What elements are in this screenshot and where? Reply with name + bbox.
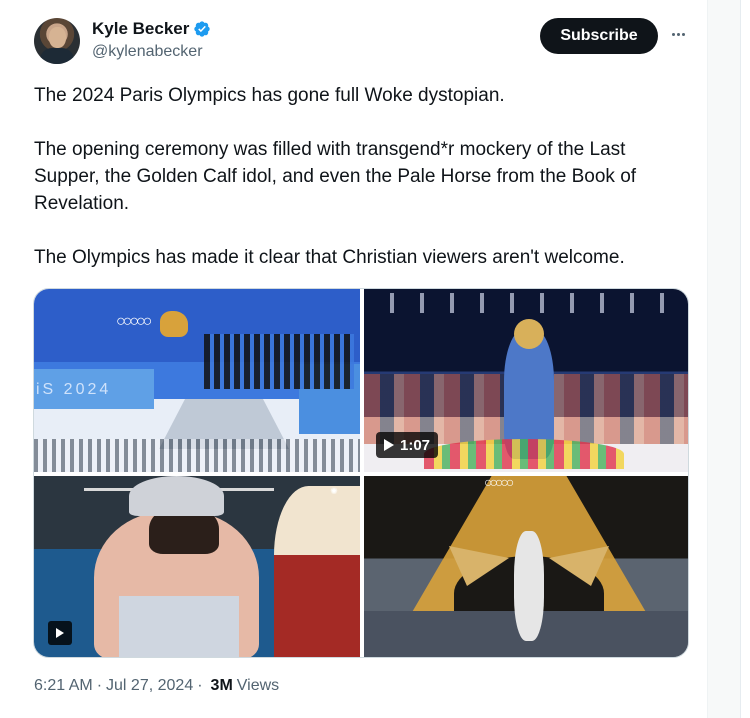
tweet-date[interactable]: Jul 27, 2024	[106, 677, 193, 695]
meta-separator: ·	[197, 677, 203, 694]
video-play-button[interactable]	[48, 621, 72, 645]
play-icon	[56, 628, 64, 638]
subscribe-button[interactable]: Subscribe	[540, 18, 658, 54]
verified-badge-icon	[194, 21, 211, 37]
meta-separator: ·	[96, 677, 103, 694]
media-video-performer-closeup[interactable]: ✺	[34, 476, 360, 657]
author-display-name-row[interactable]: Kyle Becker	[92, 19, 211, 39]
video-duration: 1:07	[400, 436, 431, 454]
tweet-paragraph: The opening ceremony was filled with tra…	[34, 139, 637, 214]
tweet-text: The 2024 Paris Olympics has gone full Wo…	[34, 82, 684, 271]
author-avatar[interactable]	[34, 18, 80, 64]
avatar-shirt	[40, 48, 74, 64]
media-image-ceremony-stage[interactable]: ○○○○○ iS 2024	[34, 289, 360, 472]
horse-rider	[514, 531, 544, 641]
views-count: 3M	[210, 677, 233, 694]
choir-group	[204, 334, 354, 389]
media-video-performers[interactable]: 1:07	[364, 289, 688, 472]
golden-calf-statue	[160, 311, 188, 337]
more-horizontal-icon[interactable]	[668, 24, 688, 44]
author-handle[interactable]: @kylenabecker	[92, 43, 211, 61]
flower-table	[424, 439, 624, 469]
audience	[34, 439, 360, 472]
media-image-eiffel-horse[interactable]: ○○○○○	[364, 476, 688, 657]
second-performer	[274, 486, 360, 657]
stage-banner-text: iS 2024	[36, 381, 112, 398]
tweet-time[interactable]: 6:21 AM	[34, 677, 93, 695]
author-display-name[interactable]: Kyle Becker	[92, 19, 189, 39]
video-duration-badge[interactable]: 1:07	[376, 432, 439, 458]
performer-head	[514, 319, 544, 349]
media-grid: ○○○○○ iS 2024 1:07 ✺ ○○○○○	[33, 288, 689, 658]
tweet-meta: 6:21 AM · Jul 27, 2024 · 3M Views	[34, 677, 279, 695]
views-label: Views	[236, 677, 280, 694]
avatar-face	[49, 27, 66, 48]
stage-lights	[364, 293, 688, 313]
broadcaster-logo-icon: ✺	[330, 486, 338, 496]
tweet-paragraph: The 2024 Paris Olympics has gone full Wo…	[34, 85, 505, 106]
right-column-edge	[708, 0, 750, 718]
performer-dress	[119, 596, 239, 657]
play-icon	[384, 439, 394, 451]
olympic-rings-icon: ○○○○○	[484, 476, 514, 490]
headpiece-crown	[129, 476, 224, 516]
olympic-rings-icon: ○○○○○	[116, 313, 152, 330]
author-info: Kyle Becker @kylenabecker	[92, 19, 211, 61]
right-column-border	[740, 0, 750, 718]
tweet-paragraph: The Olympics has made it clear that Chri…	[34, 247, 625, 268]
tweet-card: Kyle Becker @kylenabecker Subscribe The …	[0, 0, 708, 718]
